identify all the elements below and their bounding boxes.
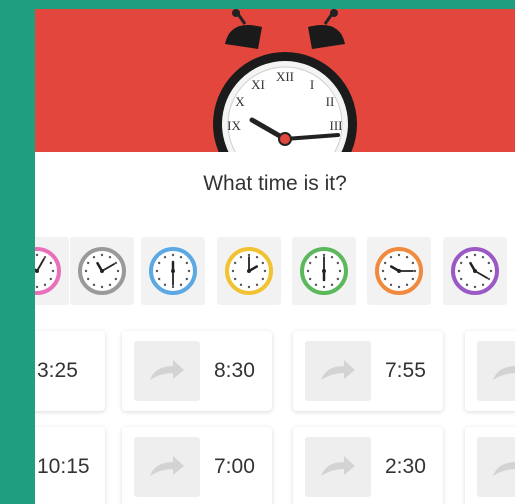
answer-card: 7:55 bbox=[293, 331, 443, 411]
clock-choice-tile[interactable] bbox=[292, 237, 356, 305]
svg-text:X: X bbox=[235, 94, 245, 109]
svg-text:II: II bbox=[326, 94, 335, 109]
clock-choice-tile[interactable] bbox=[367, 237, 431, 305]
clock-choices bbox=[35, 237, 515, 309]
drop-slot[interactable] bbox=[305, 437, 371, 497]
alarm-clock-icon: XII I II XI X III IX bbox=[213, 9, 357, 152]
svg-text:XI: XI bbox=[251, 77, 265, 92]
clock-icon bbox=[35, 247, 61, 295]
question-text: What time is it? bbox=[203, 172, 347, 195]
drop-slot[interactable] bbox=[305, 341, 371, 401]
clock-icon bbox=[300, 247, 348, 295]
drop-slot[interactable] bbox=[477, 341, 515, 401]
curved-arrow-icon bbox=[321, 456, 355, 476]
time-label: 3:25 bbox=[37, 359, 78, 382]
time-label: 10:15 bbox=[37, 455, 90, 478]
clock-icon bbox=[375, 247, 423, 295]
answer-card bbox=[465, 331, 515, 411]
game-panel: XII I II XI X III IX What time is it? 3:… bbox=[35, 9, 515, 504]
clock-choice-tile[interactable] bbox=[217, 237, 281, 305]
svg-text:I: I bbox=[310, 77, 314, 92]
time-label: 7:00 bbox=[214, 455, 255, 478]
time-label: 2:30 bbox=[385, 455, 426, 478]
curved-arrow-icon bbox=[150, 456, 184, 476]
answer-row: 10:15 7:00 2:30 bbox=[35, 427, 515, 504]
answer-card: 10:15 bbox=[35, 427, 105, 504]
clock-choice-tile[interactable] bbox=[70, 237, 134, 305]
svg-text:IX: IX bbox=[227, 118, 241, 133]
drop-slot[interactable] bbox=[134, 437, 200, 497]
clock-choice-tile[interactable] bbox=[35, 237, 69, 305]
curved-arrow-icon bbox=[150, 360, 184, 380]
answer-card: 2:30 bbox=[293, 427, 443, 504]
curved-arrow-icon bbox=[493, 462, 515, 476]
clock-icon bbox=[78, 247, 126, 295]
svg-text:III: III bbox=[330, 118, 343, 133]
clock-choice-tile[interactable] bbox=[141, 237, 205, 305]
clock-choice-tile[interactable] bbox=[443, 237, 507, 305]
curved-arrow-icon bbox=[493, 366, 515, 380]
answer-card: 7:00 bbox=[122, 427, 272, 504]
drop-slot[interactable] bbox=[477, 437, 515, 497]
clock-icon bbox=[451, 247, 499, 295]
header-banner: XII I II XI X III IX bbox=[35, 9, 515, 152]
time-label: 8:30 bbox=[214, 359, 255, 382]
answer-card bbox=[465, 427, 515, 504]
answer-row: 3:25 8:30 7:55 bbox=[35, 331, 515, 411]
clock-icon bbox=[149, 247, 197, 295]
answer-card: 8:30 bbox=[122, 331, 272, 411]
svg-text:XII: XII bbox=[276, 69, 294, 84]
drop-slot[interactable] bbox=[134, 341, 200, 401]
curved-arrow-icon bbox=[321, 360, 355, 380]
time-label: 7:55 bbox=[385, 359, 426, 382]
clock-icon bbox=[225, 247, 273, 295]
answer-card: 3:25 bbox=[35, 331, 105, 411]
